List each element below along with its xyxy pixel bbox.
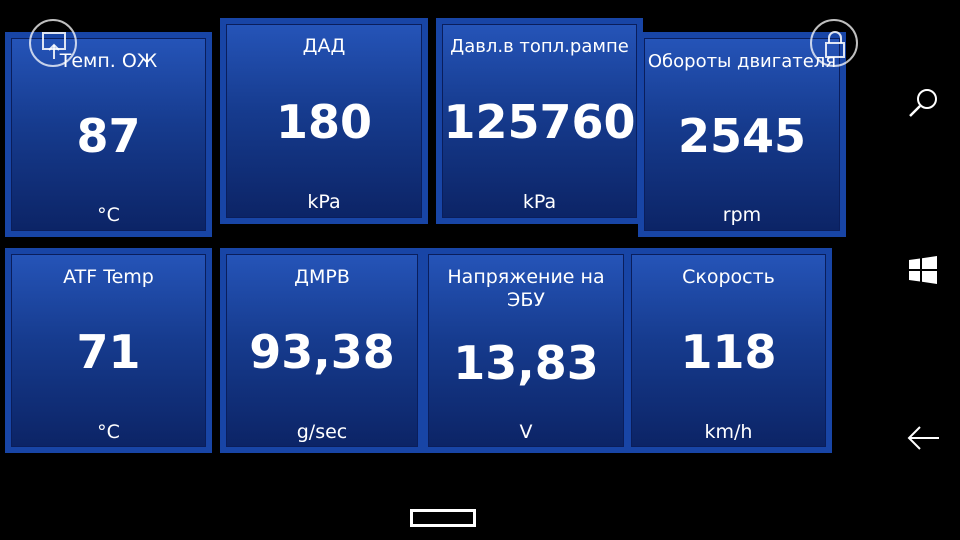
- gauge-fuel-rail-pressure[interactable]: Давл.в топл.рампе 125760 kPa: [436, 18, 643, 224]
- gauge-unit: g/sec: [296, 421, 348, 443]
- gauge-value: 125760: [443, 95, 636, 149]
- home-bar-icon[interactable]: [410, 509, 476, 527]
- gauge-panel: Давл.в топл.рампе 125760 kPa: [442, 24, 637, 218]
- gauge-unit: °C: [97, 204, 120, 226]
- gauge-value: 118: [680, 325, 777, 379]
- lock-button[interactable]: [810, 19, 858, 67]
- gauge-unit: rpm: [722, 204, 762, 226]
- gauge-unit: kPa: [307, 191, 341, 213]
- gauge-speed[interactable]: Скорость 118 km/h: [625, 248, 832, 453]
- gauge-panel: Напряжение на ЭБУ 13,83 V: [428, 254, 624, 447]
- gauge-unit: km/h: [704, 421, 753, 443]
- back-arrow-icon[interactable]: [906, 424, 942, 452]
- gauge-value: 13,83: [453, 336, 599, 390]
- gauge-unit: kPa: [522, 191, 557, 213]
- gauge-value: 2545: [677, 109, 807, 163]
- gauge-panel: Обороты двигателя 2545 rpm: [644, 38, 840, 231]
- gauge-title: Напряжение на ЭБУ: [447, 266, 605, 311]
- gauge-panel: ATF Temp 71 °C: [11, 254, 206, 447]
- gauge-title: Давл.в топл.рампе: [450, 36, 629, 57]
- gauge-title: ДМРВ: [294, 266, 350, 288]
- gauge-ecu-voltage[interactable]: Напряжение на ЭБУ 13,83 V: [422, 248, 630, 453]
- gauge-map-pressure[interactable]: ДАД 180 kPa: [220, 18, 428, 224]
- gauge-unit: °C: [97, 421, 120, 443]
- gauge-unit: V: [519, 421, 533, 443]
- gauge-title: ДАД: [302, 35, 346, 57]
- gauge-title: Обороты двигателя: [647, 51, 837, 72]
- gauge-value: 93,38: [249, 325, 395, 379]
- gauge-atf-temp[interactable]: ATF Temp 71 °C: [5, 248, 212, 453]
- lock-icon: [825, 31, 845, 58]
- gauge-value: 71: [76, 325, 141, 379]
- screen-upload-button[interactable]: [29, 19, 77, 67]
- gauge-maf[interactable]: ДМРВ 93,38 g/sec: [220, 248, 424, 453]
- windows-icon[interactable]: [908, 255, 938, 285]
- gauge-panel: ДАД 180 kPa: [226, 24, 422, 218]
- gauge-title: ATF Temp: [63, 266, 154, 288]
- gauge-title: Скорость: [682, 266, 775, 288]
- gauge-value: 87: [76, 109, 141, 163]
- screen-upload-icon: [42, 32, 66, 59]
- gauge-value: 180: [275, 95, 373, 149]
- gauge-panel: Скорость 118 km/h: [631, 254, 826, 447]
- gauge-panel: ДМРВ 93,38 g/sec: [226, 254, 418, 447]
- search-icon[interactable]: [906, 86, 942, 122]
